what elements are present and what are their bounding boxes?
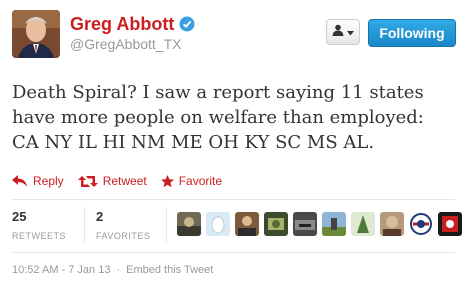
retweeter-avatar[interactable] xyxy=(380,212,404,236)
retweeter-avatar[interactable] xyxy=(206,212,230,236)
retweet-button[interactable]: Retweet xyxy=(77,174,147,188)
retweeter-avatars xyxy=(177,212,462,236)
embed-link[interactable]: Embed this Tweet xyxy=(126,264,213,276)
following-button[interactable]: Following xyxy=(368,19,456,47)
retweeter-avatar[interactable] xyxy=(322,212,346,236)
favorites-stat[interactable]: 2 FAVORITES xyxy=(96,209,150,241)
favorite-label: Favorite xyxy=(178,174,223,188)
tweet-actions: Reply Retweet Favorite xyxy=(12,174,236,188)
user-icon xyxy=(332,23,344,41)
name-row: Greg Abbott xyxy=(70,14,195,34)
retweeter-avatar[interactable] xyxy=(438,212,462,236)
retweet-label: Retweet xyxy=(102,174,147,188)
retweeter-avatar[interactable] xyxy=(177,212,201,236)
divider xyxy=(12,252,455,253)
tweet-text: Death Spiral? I saw a report saying 11 s… xyxy=(12,80,462,155)
screen-name[interactable]: @GregAbbott_TX xyxy=(70,36,182,52)
user-dropdown-button[interactable] xyxy=(326,19,360,45)
reply-button[interactable]: Reply xyxy=(12,174,64,188)
retweets-stat[interactable]: 25 RETWEETS xyxy=(12,209,66,241)
retweeter-avatar[interactable] xyxy=(235,212,259,236)
retweets-count: 25 xyxy=(12,209,27,224)
favorites-count: 2 xyxy=(96,209,104,224)
tweet-text-line: have more people on welfare than employe… xyxy=(12,107,424,128)
star-icon xyxy=(160,174,174,187)
retweeter-avatar[interactable] xyxy=(264,212,288,236)
reply-icon xyxy=(12,175,27,187)
tweet-text-line: Death Spiral? I saw a report saying 11 s… xyxy=(12,82,424,103)
tweet-card: Greg Abbott @GregAbbott_TX Following Dea… xyxy=(0,0,467,292)
favorites-label: FAVORITES xyxy=(96,231,151,241)
tweet-text-line: CA NY IL HI NM ME OH KY SC MS AL. xyxy=(12,132,375,153)
timestamp[interactable]: 10:52 AM - 7 Jan 13 xyxy=(12,264,110,276)
retweeter-avatar[interactable] xyxy=(351,212,375,236)
retweets-label: RETWEETS xyxy=(12,231,67,241)
retweet-icon xyxy=(77,175,98,187)
favorite-button[interactable]: Favorite xyxy=(160,174,223,188)
avatar[interactable] xyxy=(12,10,60,58)
retweeter-avatar[interactable] xyxy=(409,212,433,236)
stat-divider xyxy=(166,207,167,243)
chevron-down-icon xyxy=(347,23,354,41)
stat-divider xyxy=(84,207,85,243)
divider xyxy=(12,199,455,200)
retweeter-avatar[interactable] xyxy=(293,212,317,236)
display-name[interactable]: Greg Abbott xyxy=(70,14,174,35)
verified-badge-icon xyxy=(179,16,195,32)
tweet-footer: 10:52 AM - 7 Jan 13 · Embed this Tweet xyxy=(12,264,213,276)
reply-label: Reply xyxy=(33,174,64,188)
footer-separator: · xyxy=(116,264,121,276)
